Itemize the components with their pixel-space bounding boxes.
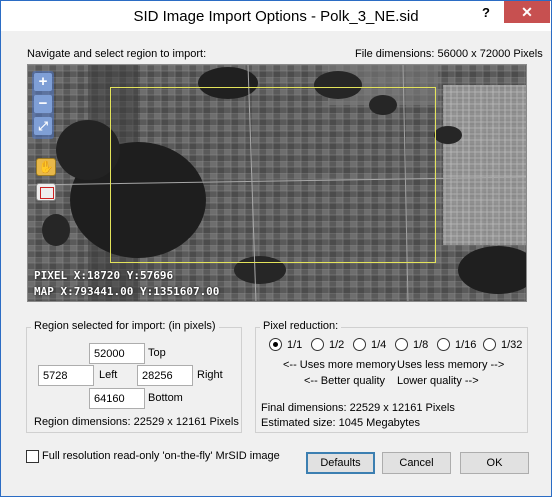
help-button[interactable]: ?	[469, 2, 503, 24]
radio-dot	[311, 338, 324, 351]
select-rectangle-tool-button[interactable]	[36, 183, 56, 201]
pixel-reduction-title: Pixel reduction:	[260, 320, 342, 332]
right-label: Right	[197, 369, 223, 381]
import-options-dialog: SID Image Import Options - Polk_3_NE.sid…	[0, 0, 552, 497]
zoom-toolbar: + − ⤢	[32, 71, 54, 139]
close-button[interactable]: ✕	[504, 1, 550, 23]
region-dimensions: Region dimensions: 22529 x 12161 Pixels	[34, 416, 239, 428]
window-title: SID Image Import Options - Polk_3_NE.sid	[133, 8, 419, 25]
estimated-size: Estimated size: 1045 Megabytes	[261, 417, 420, 429]
pan-tool-button[interactable]: ✋	[36, 158, 56, 176]
reduction-option-1-16[interactable]: 1/16	[437, 338, 476, 351]
right-input[interactable]	[137, 365, 193, 386]
region-group-title: Region selected for import: (in pixels)	[31, 320, 219, 332]
image-preview-map[interactable]: + − ⤢ ✋ PIXEL X:18720 Y:57696 MAP X:7934…	[27, 64, 527, 302]
reduction-option-1-2[interactable]: 1/2	[311, 338, 344, 351]
file-dimensions-label: File dimensions: 56000 x 72000 Pixels	[355, 48, 543, 60]
cancel-button[interactable]: Cancel	[382, 452, 451, 474]
reduction-option-1-4[interactable]: 1/4	[353, 338, 386, 351]
full-resolution-label[interactable]: Full resolution read-only 'on-the-fly' M…	[42, 450, 280, 462]
bottom-input[interactable]	[89, 388, 145, 409]
title-bar: SID Image Import Options - Polk_3_NE.sid…	[1, 1, 551, 31]
zoom-extent-button[interactable]: ⤢	[34, 117, 52, 135]
more-memory-hint: <-- Uses more memory	[283, 359, 396, 371]
reduction-option-label: 1/32	[501, 338, 523, 351]
selection-rectangle[interactable]	[110, 87, 436, 263]
full-resolution-checkbox[interactable]	[26, 450, 39, 463]
instruction-label: Navigate and select region to import:	[27, 48, 207, 60]
defaults-button[interactable]: Defaults	[306, 452, 375, 474]
ok-button[interactable]: OK	[460, 452, 529, 474]
less-memory-hint: Uses less memory -->	[397, 359, 505, 371]
better-quality-hint: <-- Better quality	[304, 375, 386, 387]
pixel-coordinate-readout: PIXEL X:18720 Y:57696	[34, 269, 174, 282]
radio-dot	[353, 338, 366, 351]
reduction-option-label: 1/4	[371, 338, 387, 351]
map-coordinate-readout: MAP X:793441.00 Y:1351607.00	[34, 285, 220, 298]
radio-dot	[269, 338, 282, 351]
final-dimensions: Final dimensions: 22529 x 12161 Pixels	[261, 402, 455, 414]
top-input[interactable]	[89, 343, 145, 364]
reduction-option-label: 1/16	[455, 338, 477, 351]
left-input[interactable]	[38, 365, 94, 386]
radio-dot	[437, 338, 450, 351]
reduction-option-label: 1/8	[413, 338, 429, 351]
left-label: Left	[99, 369, 118, 381]
zoom-in-button[interactable]: +	[34, 73, 52, 91]
top-label: Top	[148, 347, 166, 359]
reduction-option-label: 1/1	[287, 338, 303, 351]
reduction-option-1-1[interactable]: 1/1	[269, 338, 302, 351]
radio-dot	[395, 338, 408, 351]
reduction-option-1-32[interactable]: 1/32	[483, 338, 522, 351]
lower-quality-hint: Lower quality -->	[397, 375, 479, 387]
reduction-option-1-8[interactable]: 1/8	[395, 338, 428, 351]
reduction-option-label: 1/2	[329, 338, 345, 351]
zoom-out-button[interactable]: −	[34, 95, 52, 113]
radio-dot	[483, 338, 496, 351]
bottom-label: Bottom	[148, 392, 183, 404]
